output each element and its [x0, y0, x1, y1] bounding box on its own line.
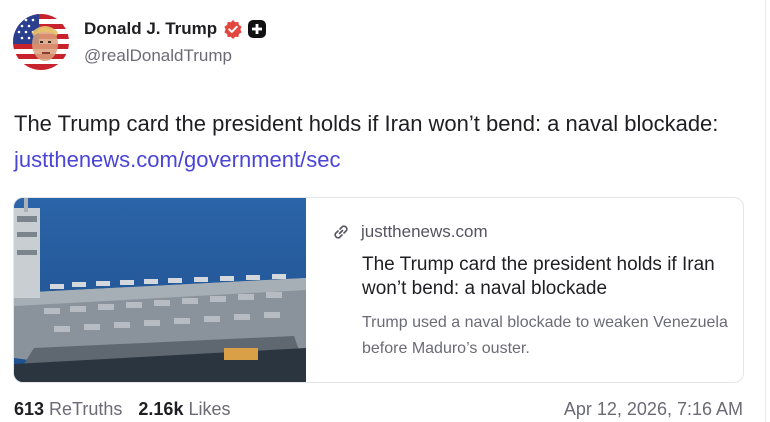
avatar[interactable] [13, 14, 69, 70]
post-link[interactable]: justthenews.com/government/sec [14, 147, 341, 172]
retruths-label[interactable]: ReTruths [49, 399, 122, 420]
link-card-domain: justthenews.com [361, 222, 488, 241]
author-handle[interactable]: @realDonaldTrump [84, 46, 232, 66]
link-preview-card[interactable]: justthenews.com The Trump card the presi… [13, 197, 744, 383]
author-name-row: Donald J. Trump [84, 17, 267, 41]
post-timestamp[interactable]: Apr 12, 2026, 7:16 AM [564, 399, 743, 420]
link-card-description: Trump used a naval blockade to weaken Ve… [362, 314, 728, 357]
column-divider [765, 0, 766, 422]
engagement-stats: 613 ReTruths 2.16k Likes [14, 399, 230, 420]
flag-portrait-avatar-icon [13, 14, 69, 70]
verified-badge-icon [223, 19, 243, 39]
truth-post: Donald J. Trump @realDonaldTrump The Tru… [0, 0, 770, 422]
post-text: The Trump card the president holds if Ir… [14, 106, 744, 178]
link-icon [330, 221, 352, 243]
link-card-title: The Trump card the president holds if Ir… [362, 254, 715, 299]
plus-badge-icon [247, 19, 267, 39]
aircraft-carrier-photo [14, 198, 306, 382]
link-card-domain-row: justthenews.com [330, 221, 488, 243]
display-name[interactable]: Donald J. Trump [84, 19, 217, 39]
likes-count[interactable]: 2.16k [138, 399, 183, 420]
post-body-text: The Trump card the president holds if Ir… [14, 111, 719, 136]
link-card-body: justthenews.com The Trump card the presi… [330, 198, 728, 382]
likes-label[interactable]: Likes [188, 399, 230, 420]
retruths-count[interactable]: 613 [14, 399, 44, 420]
